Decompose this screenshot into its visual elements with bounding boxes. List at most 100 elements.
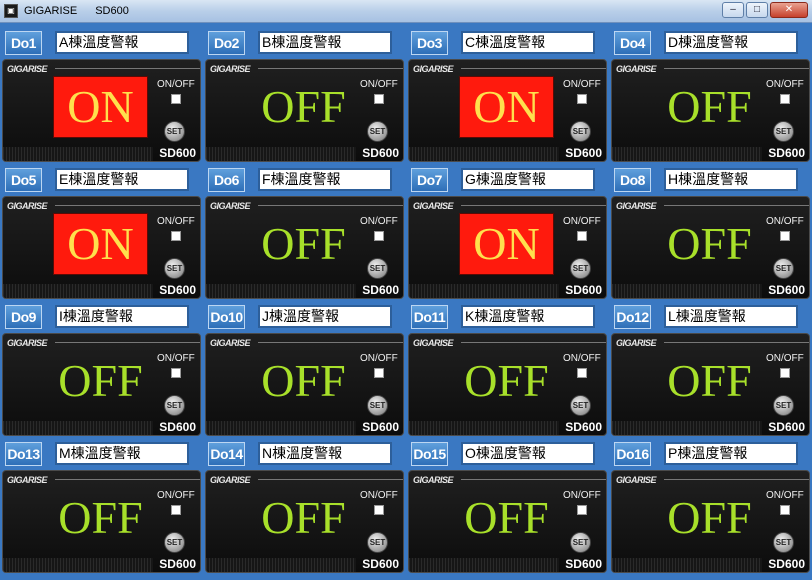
controller-panel: GIGARISE ON ON/OFF SET SD600 [408, 196, 607, 299]
set-button[interactable]: SET [570, 532, 591, 553]
set-button[interactable]: SET [570, 258, 591, 279]
onoff-checkbox[interactable] [780, 505, 790, 515]
channel-name-field[interactable]: F棟溫度警報 [258, 168, 392, 191]
divider [258, 479, 403, 480]
set-button[interactable]: SET [773, 532, 794, 553]
app-icon[interactable]: ▣ [4, 4, 18, 18]
divider [258, 342, 403, 343]
set-button[interactable]: SET [570, 121, 591, 142]
maximize-button[interactable]: □ [746, 2, 768, 18]
channel-name-field[interactable]: O棟溫度警報 [461, 442, 595, 465]
decorative-stripe [206, 421, 356, 435]
brand-logo: GIGARISE [7, 64, 48, 74]
set-button[interactable]: SET [164, 532, 185, 553]
channel-cell: Do1 A棟溫度警報 GIGARISE ON ON/OFF SET SD600 [0, 28, 203, 165]
onoff-label: ON/OFF [766, 79, 804, 90]
model-label: SD600 [768, 146, 805, 160]
set-button[interactable]: SET [367, 258, 388, 279]
state-display: ON [53, 76, 148, 138]
state-display: OFF [261, 492, 346, 543]
channel-name-field[interactable]: K棟溫度警報 [461, 305, 595, 328]
channel-label-button[interactable]: Do9 [5, 305, 42, 329]
channel-name-field[interactable]: N棟溫度警報 [258, 442, 392, 465]
channel-name-field[interactable]: M棟溫度警報 [55, 442, 189, 465]
channel-name-field[interactable]: G棟溫度警報 [461, 168, 595, 191]
set-button[interactable]: SET [773, 121, 794, 142]
channel-label-button[interactable]: Do5 [5, 168, 42, 192]
onoff-checkbox[interactable] [171, 231, 181, 241]
brand-logo: GIGARISE [210, 64, 251, 74]
channel-label-button[interactable]: Do14 [208, 442, 245, 466]
channel-name-field[interactable]: J棟溫度警報 [258, 305, 392, 328]
onoff-checkbox[interactable] [780, 94, 790, 104]
onoff-checkbox[interactable] [171, 368, 181, 378]
onoff-checkbox[interactable] [374, 231, 384, 241]
onoff-checkbox[interactable] [577, 231, 587, 241]
channel-label-button[interactable]: Do2 [208, 31, 245, 55]
set-button[interactable]: SET [367, 532, 388, 553]
channel-name-field[interactable]: E棟溫度警報 [55, 168, 189, 191]
set-button[interactable]: SET [164, 258, 185, 279]
set-button[interactable]: SET [773, 258, 794, 279]
set-button[interactable]: SET [164, 121, 185, 142]
channel-label-button[interactable]: Do16 [614, 442, 651, 466]
channel-label-button[interactable]: Do4 [614, 31, 651, 55]
onoff-checkbox[interactable] [374, 505, 384, 515]
channel-name-field[interactable]: P棟溫度警報 [664, 442, 798, 465]
decorative-stripe [3, 421, 153, 435]
brand-logo: GIGARISE [413, 475, 454, 485]
minimize-button[interactable]: – [722, 2, 744, 18]
channel-label-button[interactable]: Do6 [208, 168, 245, 192]
channel-label-button[interactable]: Do13 [5, 442, 42, 466]
decorative-stripe [206, 284, 356, 298]
onoff-checkbox[interactable] [780, 231, 790, 241]
window-controls: – □ ✕ [722, 2, 808, 18]
close-button[interactable]: ✕ [770, 2, 808, 18]
channel-name-field[interactable]: A棟溫度警報 [55, 31, 189, 54]
channel-name-field[interactable]: I棟溫度警報 [55, 305, 189, 328]
onoff-checkbox[interactable] [577, 505, 587, 515]
onoff-label: ON/OFF [766, 216, 804, 227]
onoff-checkbox[interactable] [374, 94, 384, 104]
divider [461, 205, 606, 206]
controller-panel: GIGARISE OFF ON/OFF SET SD600 [611, 59, 810, 162]
channel-label-button[interactable]: Do1 [5, 31, 42, 55]
model-label: SD600 [362, 557, 399, 571]
decorative-stripe [206, 558, 356, 572]
set-button[interactable]: SET [367, 395, 388, 416]
channel-name-field[interactable]: C棟溫度警報 [461, 31, 595, 54]
onoff-label: ON/OFF [360, 216, 398, 227]
state-display: ON [459, 213, 554, 275]
channel-label-button[interactable]: Do8 [614, 168, 651, 192]
set-button[interactable]: SET [367, 121, 388, 142]
state-display: OFF [667, 218, 752, 269]
set-button[interactable]: SET [164, 395, 185, 416]
channel-label-button[interactable]: Do7 [411, 168, 448, 192]
channel-label-button[interactable]: Do11 [411, 305, 448, 329]
onoff-checkbox[interactable] [171, 505, 181, 515]
onoff-checkbox[interactable] [780, 368, 790, 378]
divider [258, 68, 403, 69]
controller-panel: GIGARISE OFF ON/OFF SET SD600 [205, 196, 404, 299]
channel-label-button[interactable]: Do12 [614, 305, 651, 329]
channel-label-button[interactable]: Do3 [411, 31, 448, 55]
set-button[interactable]: SET [570, 395, 591, 416]
channel-name-field[interactable]: L棟溫度警報 [664, 305, 798, 328]
onoff-checkbox[interactable] [577, 368, 587, 378]
onoff-checkbox[interactable] [171, 94, 181, 104]
channel-name-field[interactable]: D棟溫度警報 [664, 31, 798, 54]
channel-name-field[interactable]: B棟溫度警報 [258, 31, 392, 54]
channel-label-button[interactable]: Do15 [411, 442, 448, 466]
decorative-stripe [612, 558, 762, 572]
state-display: ON [53, 213, 148, 275]
channel-name-field[interactable]: H棟溫度警報 [664, 168, 798, 191]
state-display: OFF [58, 492, 143, 543]
divider [461, 479, 606, 480]
divider [55, 479, 200, 480]
channel-label-button[interactable]: Do10 [208, 305, 245, 329]
onoff-checkbox[interactable] [374, 368, 384, 378]
brand-logo: GIGARISE [413, 338, 454, 348]
onoff-checkbox[interactable] [577, 94, 587, 104]
set-button[interactable]: SET [773, 395, 794, 416]
state-display: OFF [667, 81, 752, 132]
